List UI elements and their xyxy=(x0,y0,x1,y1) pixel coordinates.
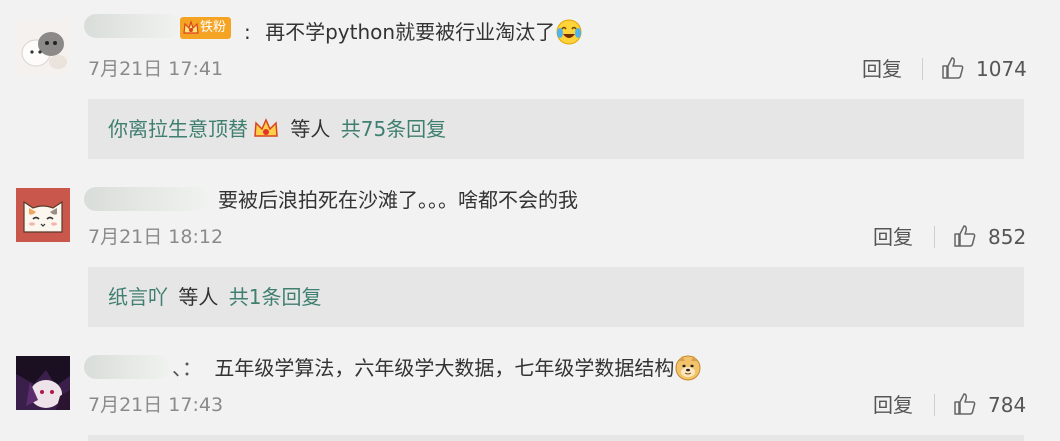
comment-text: : 再不学python就要被行业淘汰了 xyxy=(244,18,583,46)
thumbs-up-icon[interactable] xyxy=(940,55,966,81)
reply-button[interactable]: 回复 xyxy=(862,57,902,81)
crown-icon xyxy=(183,20,199,34)
like-count: 852 xyxy=(988,225,1027,249)
fan-badge: 铁粉 xyxy=(180,17,232,39)
crying-laugh-emoji-icon xyxy=(555,18,583,46)
doge-emoji-icon xyxy=(674,354,702,382)
divider xyxy=(934,226,935,248)
comment-time: 7月21日 18:12 xyxy=(88,226,224,248)
reply-total-link[interactable]: 共1条回复 xyxy=(229,285,322,309)
comment-body: 再不学python就要被行业淘汰了 xyxy=(265,20,556,44)
comment-time: 7月21日 17:41 xyxy=(88,58,224,80)
divider xyxy=(922,58,923,80)
comment-body: 要被后浪拍死在沙滩了。。。啥都不会的我 xyxy=(218,188,578,212)
thumbs-up-icon[interactable] xyxy=(952,391,978,417)
reply-summary-box[interactable]: 你离拉生意顶替 等人 共75条回复 xyxy=(88,99,1024,159)
blurred-username[interactable] xyxy=(84,187,208,211)
reply-summary-box-partial xyxy=(88,435,1024,441)
reply-user-link[interactable]: 纸言吖 xyxy=(108,285,168,309)
reply-button[interactable]: 回复 xyxy=(873,225,913,249)
thumbs-up-icon[interactable] xyxy=(952,223,978,249)
avatar[interactable] xyxy=(16,188,70,242)
separator: 、： xyxy=(172,356,202,380)
cat-face-avatar-icon xyxy=(16,188,70,242)
reply-summary: 你离拉生意顶替 等人 共75条回复 xyxy=(108,115,446,143)
reply-summary: 纸言吖 等人 共1条回复 xyxy=(108,283,321,311)
separator: : xyxy=(244,20,251,44)
reply-button[interactable]: 回复 xyxy=(873,393,913,417)
blurred-username[interactable] xyxy=(84,355,170,379)
comment-body: 五年级学算法，六年级学大数据，七年级学数据结构 xyxy=(214,356,675,380)
like-count: 1074 xyxy=(976,57,1027,81)
comment-text: 要被后浪拍死在沙滩了。。。啥都不会的我 xyxy=(218,186,578,214)
like-count: 784 xyxy=(988,393,1027,417)
avatar[interactable] xyxy=(16,356,70,410)
reply-middle-text: 等人 xyxy=(290,117,331,141)
crown-badge-icon xyxy=(252,115,280,143)
reply-total-link[interactable]: 共75条回复 xyxy=(341,117,446,141)
avatar[interactable] xyxy=(16,20,70,74)
reply-summary-box[interactable]: 纸言吖 等人 共1条回复 xyxy=(88,267,1024,327)
blurred-username[interactable] xyxy=(84,14,180,38)
fan-badge-label: 铁粉 xyxy=(200,20,227,35)
comment-time: 7月21日 17:43 xyxy=(88,394,224,416)
cat-plush-avatar-icon xyxy=(16,20,70,74)
anime-character-avatar-icon xyxy=(16,356,70,410)
comment-text: 、： 五年级学算法，六年级学大数据，七年级学数据结构 xyxy=(172,354,702,382)
reply-user-link[interactable]: 你离拉生意顶替 xyxy=(108,117,248,141)
divider xyxy=(934,394,935,416)
reply-middle-text: 等人 xyxy=(178,285,219,309)
